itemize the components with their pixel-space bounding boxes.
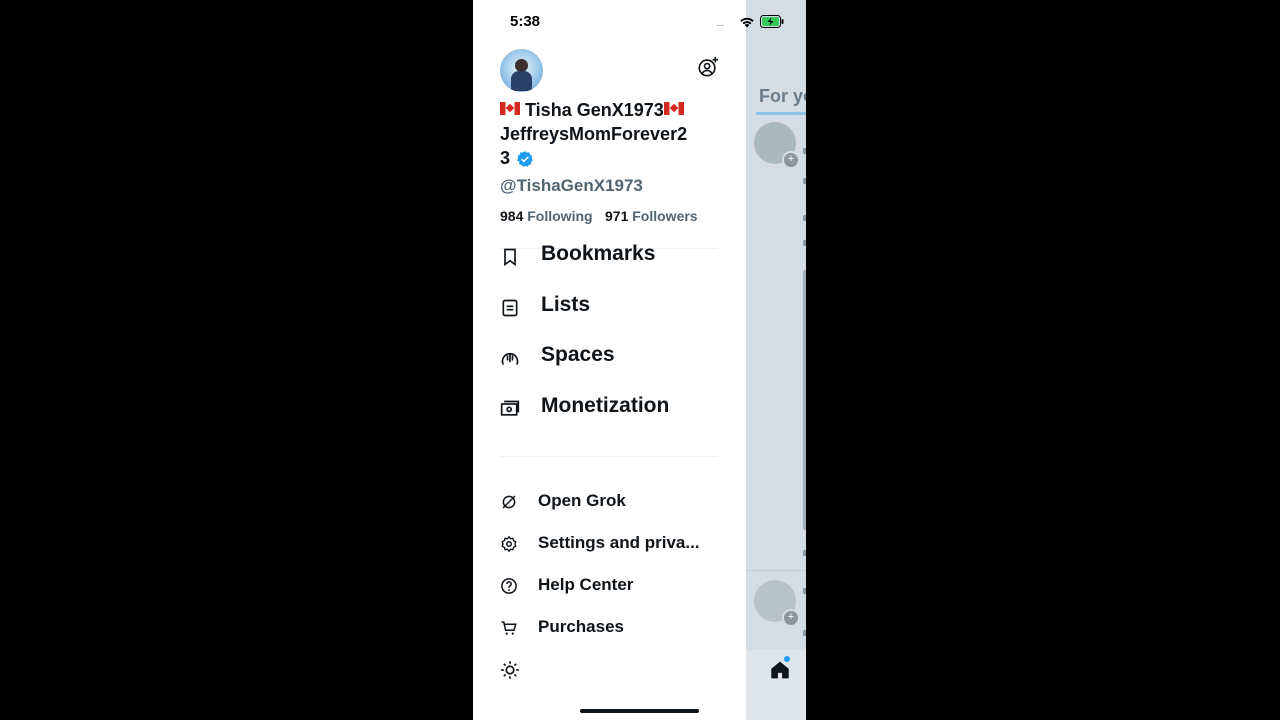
followers-count: 971 — [605, 208, 629, 224]
menu-item-open-grok[interactable]: Open Grok — [500, 488, 730, 516]
help-icon — [501, 578, 517, 594]
menu-item-settings[interactable]: Settings and priva... — [500, 530, 730, 558]
followers-label: Followers — [632, 208, 698, 224]
text-fragment — [803, 178, 806, 184]
following-count: 984 — [500, 208, 524, 224]
display-name[interactable]: Tisha GenX1973 — [500, 100, 684, 121]
menu-item-label: Spaces — [541, 343, 615, 366]
text-fragment — [803, 215, 806, 221]
following-label: Following — [527, 208, 593, 224]
background-feed: For yo + + — [746, 0, 806, 720]
menu-item-label: Monetization — [541, 394, 670, 417]
divider — [746, 570, 806, 571]
text-fragment — [803, 588, 806, 594]
notification-dot — [784, 656, 790, 662]
menu-item-label: Bookmarks — [541, 242, 656, 265]
monetization-icon — [500, 400, 520, 416]
tab-for-you[interactable]: For yo — [759, 86, 806, 107]
tab-indicator — [756, 112, 806, 115]
media-edge — [803, 270, 806, 530]
add-account-icon[interactable] — [697, 56, 719, 78]
text-fragment — [803, 630, 806, 636]
followers-link[interactable]: 971 Followers — [605, 208, 698, 224]
status-time: 5:38 — [510, 13, 541, 30]
menu-item-help-center[interactable]: Help Center — [500, 572, 730, 600]
menu-item-label: Help Center — [538, 575, 634, 594]
lists-icon — [502, 299, 518, 317]
home-icon[interactable] — [770, 660, 790, 680]
following-link[interactable]: 984 Following — [500, 208, 593, 224]
display-name-continued[interactable]: 3 — [500, 148, 510, 169]
cart-icon — [501, 621, 517, 635]
gear-icon — [501, 535, 517, 553]
spaces-icon — [501, 352, 519, 366]
sun-icon[interactable] — [500, 660, 520, 680]
signal-icon: .... — [716, 18, 724, 29]
menu-item-purchases[interactable]: Purchases — [500, 614, 730, 642]
menu-item-label: Open Grok — [538, 491, 626, 510]
user-handle[interactable]: @TishaGenX1973 — [500, 176, 643, 196]
text-fragment — [803, 550, 806, 556]
divider — [500, 456, 718, 457]
menu-item-label: Purchases — [538, 617, 624, 636]
canada-flag-icon — [500, 102, 520, 115]
menu-item-lists[interactable]: Lists — [500, 291, 730, 325]
text-fragment — [803, 240, 806, 246]
bookmark-icon — [504, 248, 516, 267]
phone-screen: For yo + + 5:38 .... — [473, 0, 806, 720]
follow-plus-icon[interactable]: + — [782, 609, 800, 627]
canada-flag-icon — [663, 102, 684, 115]
verified-badge-icon — [516, 151, 533, 167]
menu-item-label: Lists — [541, 293, 591, 316]
grok-icon — [502, 495, 516, 509]
battery-icon — [760, 15, 784, 28]
home-indicator[interactable] — [580, 709, 699, 713]
menu-item-monetization[interactable]: Monetization — [500, 392, 730, 426]
text-fragment — [803, 148, 806, 154]
side-drawer: 5:38 .... Tisha GenX1973 JeffreysMomFore… — [473, 0, 784, 720]
menu-item-spaces[interactable]: Spaces — [500, 341, 730, 375]
profile-avatar[interactable] — [500, 49, 543, 92]
display-name-continued[interactable]: JeffreysMomForever2 — [500, 124, 687, 145]
wifi-icon — [740, 17, 754, 28]
menu-item-label: Settings and priva... — [538, 533, 700, 552]
follow-plus-icon[interactable]: + — [782, 151, 800, 169]
menu-item-bookmarks[interactable]: Bookmarks — [500, 240, 730, 274]
